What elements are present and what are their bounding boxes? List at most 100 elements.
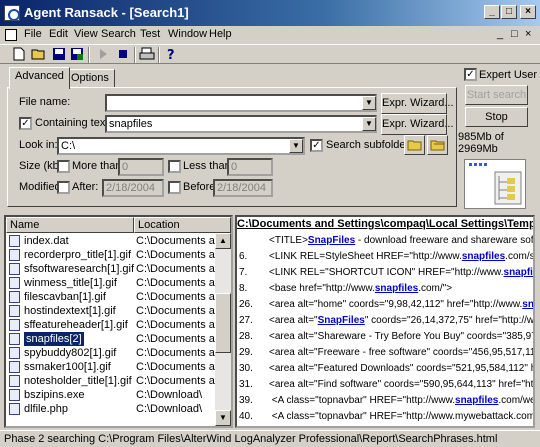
search-subfolders-checkbox[interactable]: ✓ <box>310 139 323 152</box>
line-text: .com/sfs <box>505 251 535 262</box>
file-location: C:\Download\ <box>136 403 203 415</box>
file-name: sffeatureheader[1].gif <box>24 319 128 331</box>
file-name-label: File name: <box>19 96 71 108</box>
minimize-button[interactable]: _ <box>484 5 500 19</box>
new-icon[interactable] <box>10 47 28 63</box>
table-row[interactable]: index.dat C:\Documents and S <box>6 234 231 248</box>
file-name: snapfiles[2] <box>23 331 85 347</box>
maximize-button[interactable]: □ <box>501 5 517 19</box>
expr-wizard-button-1[interactable]: Expr. Wizard... <box>381 93 454 114</box>
line-number: 26. <box>239 299 253 310</box>
table-row[interactable]: bszipins.exe C:\Download\ <box>6 388 231 402</box>
tab-options[interactable]: Options <box>65 69 115 88</box>
containing-text-checkbox[interactable]: ✓ <box>19 117 32 130</box>
file-location: C:\Documents and S <box>136 347 218 359</box>
match-highlight: SnapFiles <box>307 235 356 246</box>
browse-folder-button[interactable] <box>404 135 425 155</box>
file-name-dropdown[interactable]: ▼ <box>362 96 376 110</box>
table-row[interactable]: spybuddy802[1].gif C:\Documents and S <box>6 346 231 360</box>
expert-user-checkbox[interactable]: ✓ <box>464 68 477 81</box>
stop-icon[interactable] <box>114 47 132 63</box>
menu-view[interactable]: View <box>74 28 98 40</box>
save-as-icon[interactable] <box>68 47 86 63</box>
content-line: 6. <LINK REL=StyleSheet HREF="http://www.… <box>237 248 535 265</box>
open-icon[interactable] <box>30 47 48 63</box>
column-header-name[interactable]: Name <box>6 217 134 233</box>
results-list[interactable]: Name Location index.dat C:\Documents and … <box>4 215 233 428</box>
folder-tree-icon <box>469 163 522 205</box>
file-icon <box>9 249 20 261</box>
menu-search[interactable]: Search <box>101 28 136 40</box>
table-row[interactable]: filescavban[1].gif C:\Documents and S <box>6 290 231 304</box>
start-search-button[interactable]: Start search <box>465 85 528 105</box>
table-row[interactable]: notesholder_title[1].gif C:\Documents and… <box>6 374 231 388</box>
save-icon[interactable] <box>50 47 68 63</box>
file-name: spybuddy802[1].gif <box>24 347 117 359</box>
line-text: <LINK REL=StyleSheet HREF="http://www. <box>269 251 462 262</box>
table-row[interactable]: winmess_title[1].gif C:\Documents and S <box>6 276 231 290</box>
file-icon <box>9 375 20 387</box>
table-row[interactable]: sfsoftwaresearch[1].gifC:\Documents and … <box>6 262 231 276</box>
table-row[interactable]: ssmaker100[1].gif C:\Documents and S <box>6 360 231 374</box>
stop-button[interactable]: Stop <box>465 107 528 127</box>
scroll-down-button[interactable]: ▼ <box>215 410 231 426</box>
after-label: After: <box>72 181 99 193</box>
expr-wizard-button-2[interactable]: Expr. Wizard... <box>381 114 454 135</box>
help-icon[interactable]: ? <box>162 47 180 63</box>
file-name-input[interactable] <box>105 94 377 112</box>
mdi-close-button[interactable]: × <box>525 28 531 40</box>
document-icon[interactable] <box>5 29 17 41</box>
mdi-restore-button[interactable]: □ <box>511 28 518 40</box>
table-row[interactable]: hostindextext[1].gif C:\Documents and S <box>6 304 231 318</box>
line-text: <LINK REL="SHORTCUT ICON" HREF="http://w… <box>269 267 504 278</box>
scroll-up-button[interactable]: ▲ <box>215 233 231 249</box>
menu-file[interactable]: File <box>24 28 42 40</box>
after-checkbox[interactable] <box>57 181 70 194</box>
less-than-checkbox[interactable] <box>168 160 181 173</box>
look-in-input[interactable]: C:\ <box>57 137 305 155</box>
start-icon[interactable] <box>94 47 112 63</box>
menu-help[interactable]: Help <box>209 28 232 40</box>
folder-icon <box>407 140 421 151</box>
line-number: 31. <box>239 379 253 390</box>
column-header-location[interactable]: Location <box>134 217 231 233</box>
print-icon[interactable] <box>138 47 156 63</box>
before-checkbox[interactable] <box>168 181 181 194</box>
less-than-input[interactable]: 0 <box>227 158 273 176</box>
file-icon <box>9 333 20 345</box>
before-date-input[interactable]: 2/18/2004 <box>213 179 273 197</box>
line-number: 29. <box>239 347 253 358</box>
content-preview[interactable]: C:\Documents and Settings\compaq\Local S… <box>235 215 535 428</box>
disk-info-line-2: 2969Mb <box>458 143 498 155</box>
file-location: C:\Documents and S <box>136 235 218 247</box>
title-bar[interactable]: Agent Ransack - [Search1] _ □ × <box>0 0 540 26</box>
line-text: <area alt=" <box>269 315 318 326</box>
more-than-input[interactable]: 0 <box>118 158 164 176</box>
mdi-minimize-button[interactable]: _ <box>497 28 503 40</box>
tab-advanced[interactable]: Advanced <box>9 67 70 89</box>
scroll-thumb[interactable] <box>215 293 231 353</box>
table-row[interactable]: snapfiles[2] C:\Documents and S <box>6 331 231 347</box>
close-button[interactable]: × <box>520 5 536 19</box>
app-icon[interactable] <box>4 5 20 21</box>
file-location: C:\Documents and S <box>136 361 218 373</box>
after-date-input[interactable]: 2/18/2004 <box>102 179 164 197</box>
table-row[interactable]: sffeatureheader[1].gif C:\Documents and S <box>6 318 231 332</box>
more-than-checkbox[interactable] <box>57 160 70 173</box>
file-name: notesholder_title[1].gif <box>24 375 132 387</box>
menu-window[interactable]: Window <box>168 28 207 40</box>
browse-folders-button[interactable] <box>427 135 448 155</box>
containing-text-dropdown[interactable]: ▼ <box>362 117 376 131</box>
file-name: winmess_title[1].gif <box>24 277 117 289</box>
folders-icon <box>430 140 444 151</box>
results-scrollbar[interactable]: ▲ ▼ <box>215 233 231 426</box>
menu-test[interactable]: Test <box>140 28 160 40</box>
containing-text-input[interactable]: snapfiles <box>105 115 377 133</box>
table-row[interactable]: dlfile.php C:\Download\ <box>6 402 231 416</box>
menu-edit[interactable]: Edit <box>49 28 68 40</box>
content-line: 29. <area alt="Freeware - free software" … <box>237 344 533 361</box>
match-highlight: snapfiles <box>374 283 419 294</box>
look-in-dropdown[interactable]: ▼ <box>289 139 303 153</box>
table-row[interactable]: recorderpro_title[1].gif C:\Documents and… <box>6 248 231 262</box>
file-location: C:\Download\ <box>136 389 203 401</box>
